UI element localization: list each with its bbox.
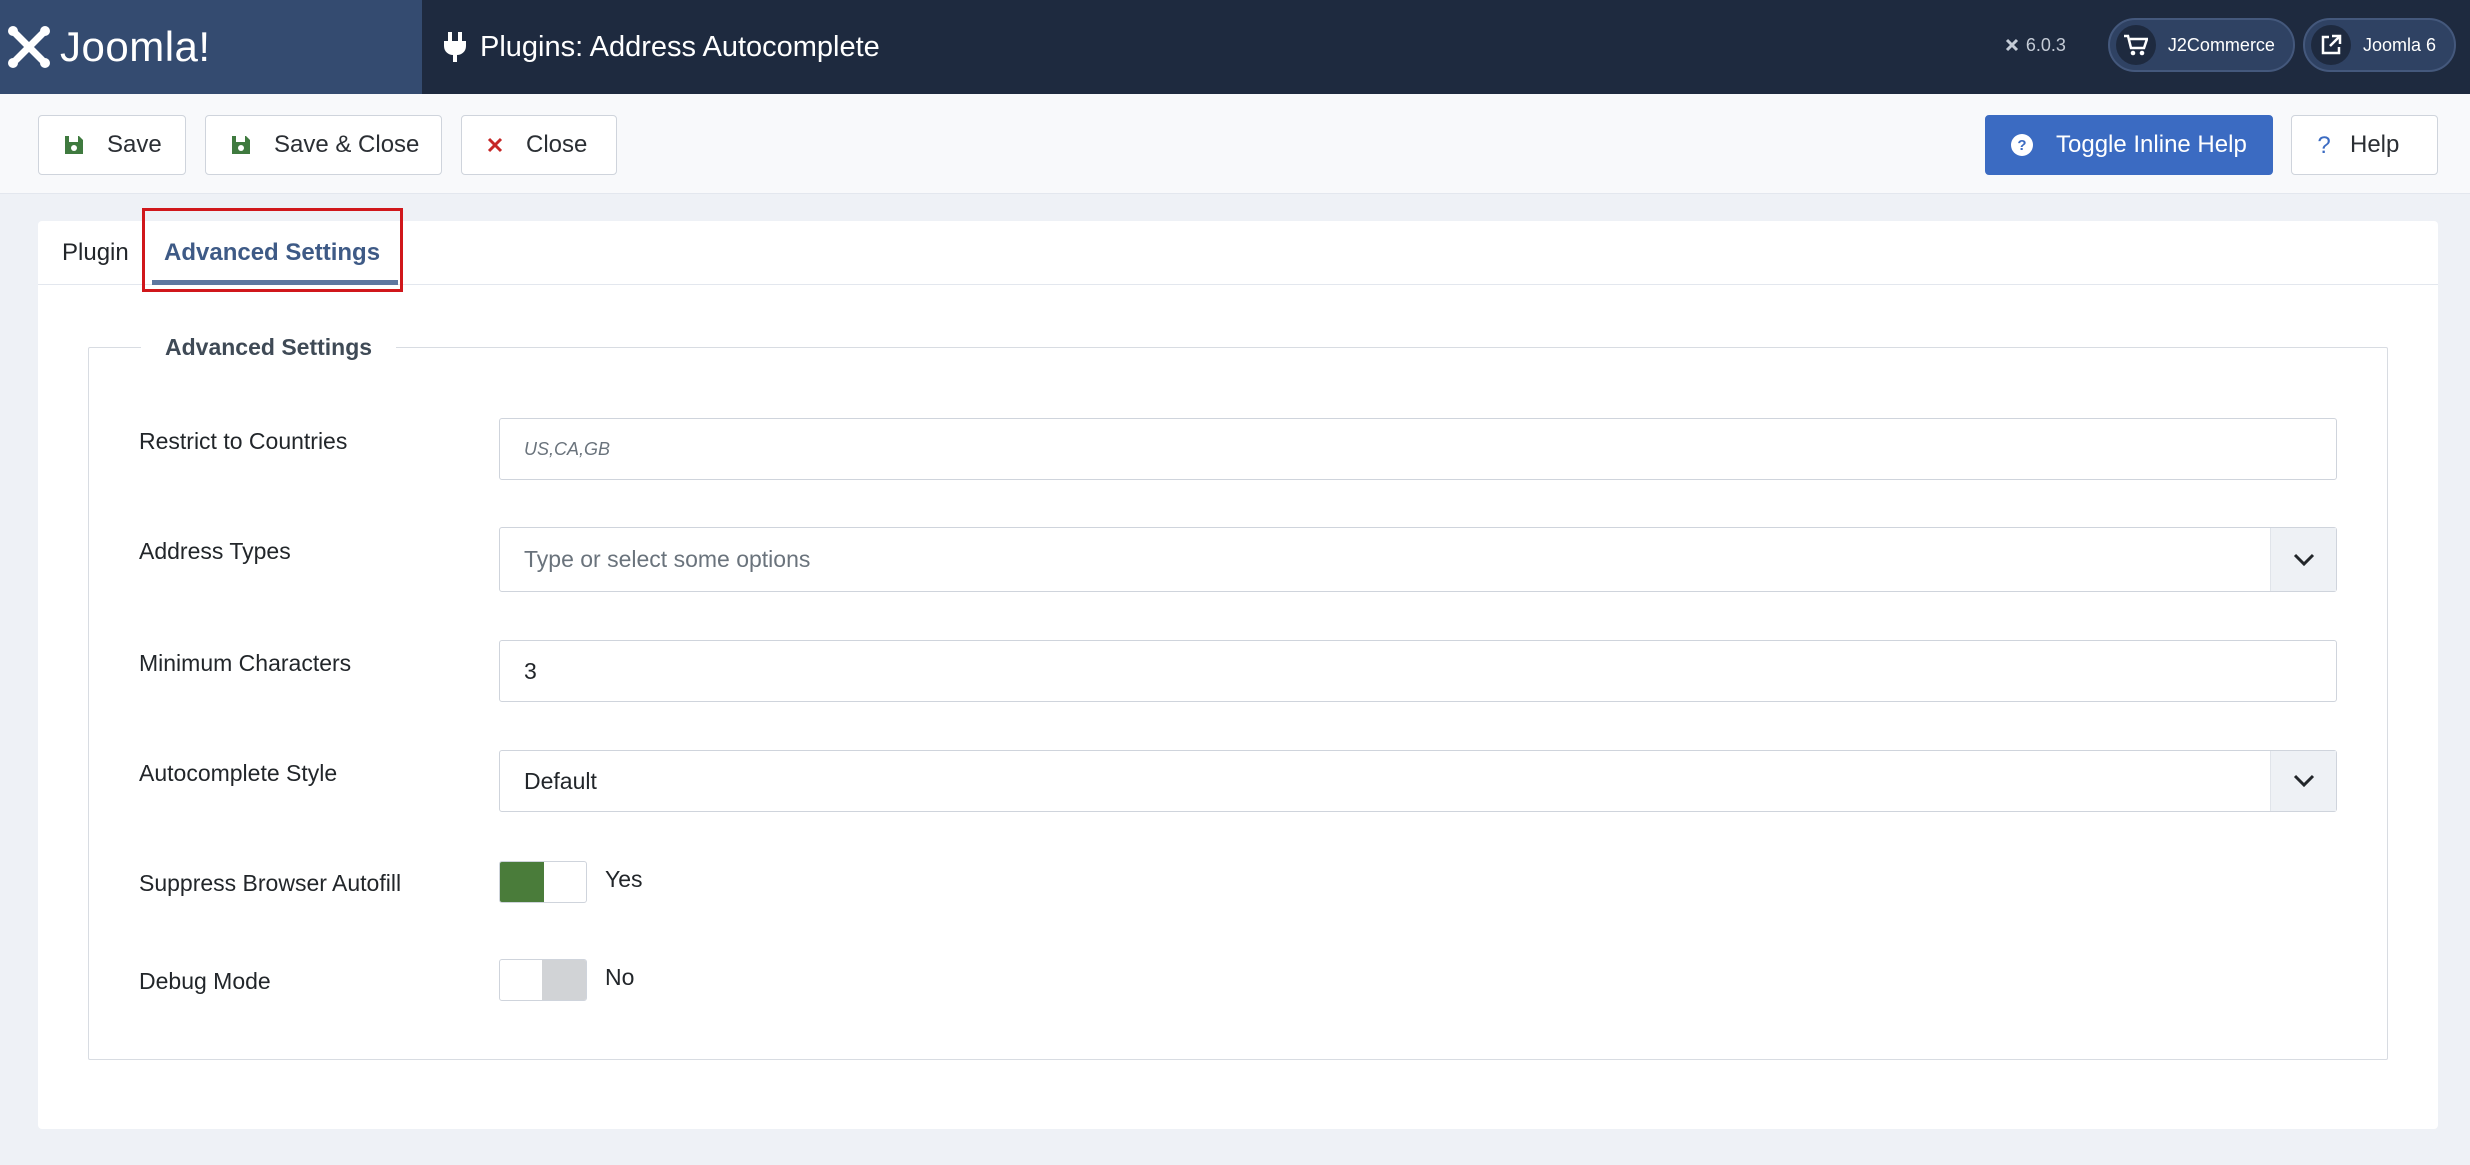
page-title: Plugins: Address Autocomplete <box>480 30 880 63</box>
toggle-knob <box>500 862 544 902</box>
joomla-icon <box>8 26 50 68</box>
help-button[interactable]: ? Help <box>2291 115 2438 175</box>
save-icon <box>232 136 250 154</box>
toolbar: Save Save & Close Close ? Toggle Inline … <box>0 94 2470 194</box>
tab-plugin[interactable]: Plugin <box>62 221 129 285</box>
suppress-autofill-state: Yes <box>605 866 643 892</box>
address-types-select[interactable]: Type or select some options <box>499 527 2337 592</box>
tab-bar: Plugin Advanced Settings <box>38 208 2438 292</box>
suppress-autofill-label: Suppress Browser Autofill <box>139 870 402 896</box>
advanced-settings-fieldset: Advanced Settings Restrict to Countries … <box>88 334 2388 1060</box>
svg-text:?: ? <box>2317 133 2330 157</box>
cart-icon <box>2123 34 2148 56</box>
address-types-label: Address Types <box>139 538 291 564</box>
save-button[interactable]: Save <box>38 115 186 175</box>
version-info: 6.0.3 <box>2004 35 2066 56</box>
suppress-autofill-toggle[interactable] <box>499 861 587 903</box>
min-chars-input[interactable]: 3 <box>499 640 2337 702</box>
fieldset-legend: Advanced Settings <box>141 334 397 361</box>
toggle-knob <box>542 960 586 1000</box>
j2commerce-link[interactable]: J2Commerce <box>2107 18 2295 72</box>
app-header: Joomla! Plugins: Address Autocomplete 6.… <box>0 0 2470 94</box>
plugin-form-card: Plugin Advanced Settings Advanced Settin… <box>38 208 2438 1129</box>
autocomplete-style-label: Autocomplete Style <box>139 760 338 786</box>
question-icon: ? <box>2317 133 2330 157</box>
external-link-icon <box>2321 34 2342 55</box>
joomla6-label: Joomla 6 <box>2362 34 2436 55</box>
debug-mode-state: No <box>605 964 635 990</box>
address-types-dropdown-toggle[interactable] <box>2270 528 2336 591</box>
plug-icon <box>444 32 466 62</box>
highlight-box <box>142 208 403 292</box>
close-button[interactable]: Close <box>461 115 617 175</box>
debug-mode-toggle[interactable] <box>499 959 587 1001</box>
autocomplete-style-dropdown-toggle[interactable] <box>2270 751 2336 811</box>
joomla6-link[interactable]: Joomla 6 <box>2302 18 2456 72</box>
question-circle-icon: ? <box>2011 134 2033 156</box>
joomla-logo[interactable]: Joomla! <box>0 0 422 94</box>
autocomplete-style-select[interactable]: Default <box>499 750 2337 812</box>
toggle-inline-help-button[interactable]: ? Toggle Inline Help <box>1985 115 2273 175</box>
chevron-down-icon <box>2293 774 2314 788</box>
save-close-button[interactable]: Save & Close <box>205 115 442 175</box>
chevron-down-icon <box>2293 553 2314 566</box>
min-chars-label: Minimum Characters <box>139 650 352 676</box>
restrict-countries-input[interactable]: US,CA,GB <box>499 418 2337 480</box>
save-icon <box>65 136 83 154</box>
joomla-small-icon <box>2005 38 2018 52</box>
j2commerce-label: J2Commerce <box>2167 34 2275 55</box>
brand-name: Joomla! <box>60 23 211 70</box>
close-icon <box>487 137 503 153</box>
version-text: 6.0.3 <box>2025 34 2066 55</box>
debug-mode-label: Debug Mode <box>139 968 271 994</box>
svg-text:?: ? <box>2017 137 2026 154</box>
restrict-countries-label: Restrict to Countries <box>139 428 348 454</box>
